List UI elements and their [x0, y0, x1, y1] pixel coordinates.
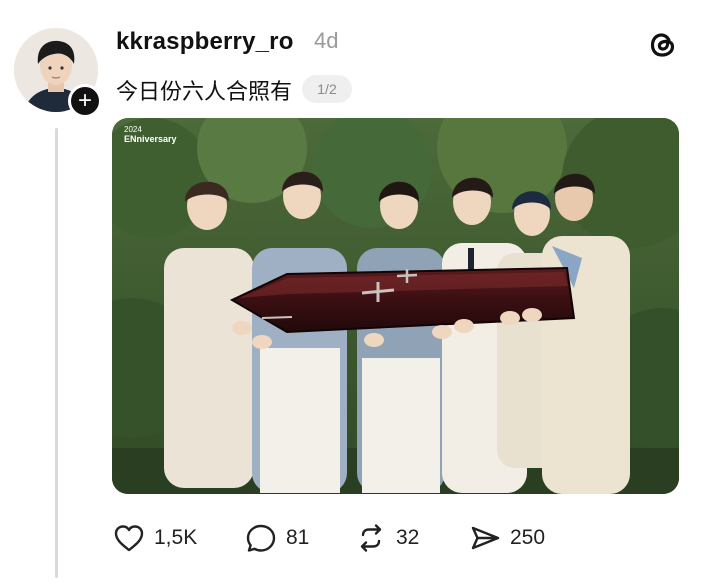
- repost-button[interactable]: 32: [354, 521, 419, 555]
- like-button[interactable]: 1,5K: [112, 521, 197, 555]
- post-timestamp: 4d: [314, 28, 339, 53]
- plus-icon: +: [77, 87, 92, 114]
- thread-line: [55, 128, 58, 578]
- repost-icon: [360, 524, 382, 552]
- follow-button[interactable]: +: [68, 84, 102, 118]
- share-count: 250: [510, 526, 546, 549]
- post-text: 今日份六人合照有: [116, 80, 293, 105]
- post-image[interactable]: 2024 ENniversary: [112, 118, 679, 494]
- reply-button[interactable]: 81: [244, 521, 309, 555]
- threads-icon[interactable]: [646, 28, 680, 62]
- reply-count: 81: [286, 526, 310, 549]
- image-page-indicator: 1/2: [302, 75, 352, 103]
- svg-text:2024: 2024: [124, 125, 142, 134]
- username-link[interactable]: kkraspberry_ro: [116, 28, 294, 56]
- comment-bubble-icon: [246, 524, 276, 552]
- heart-icon: [114, 525, 144, 552]
- svg-text:ENniversary: ENniversary: [124, 134, 177, 144]
- send-icon: [471, 526, 500, 550]
- share-button[interactable]: 250: [468, 521, 545, 555]
- repost-count: 32: [396, 526, 420, 549]
- like-count: 1,5K: [154, 526, 198, 549]
